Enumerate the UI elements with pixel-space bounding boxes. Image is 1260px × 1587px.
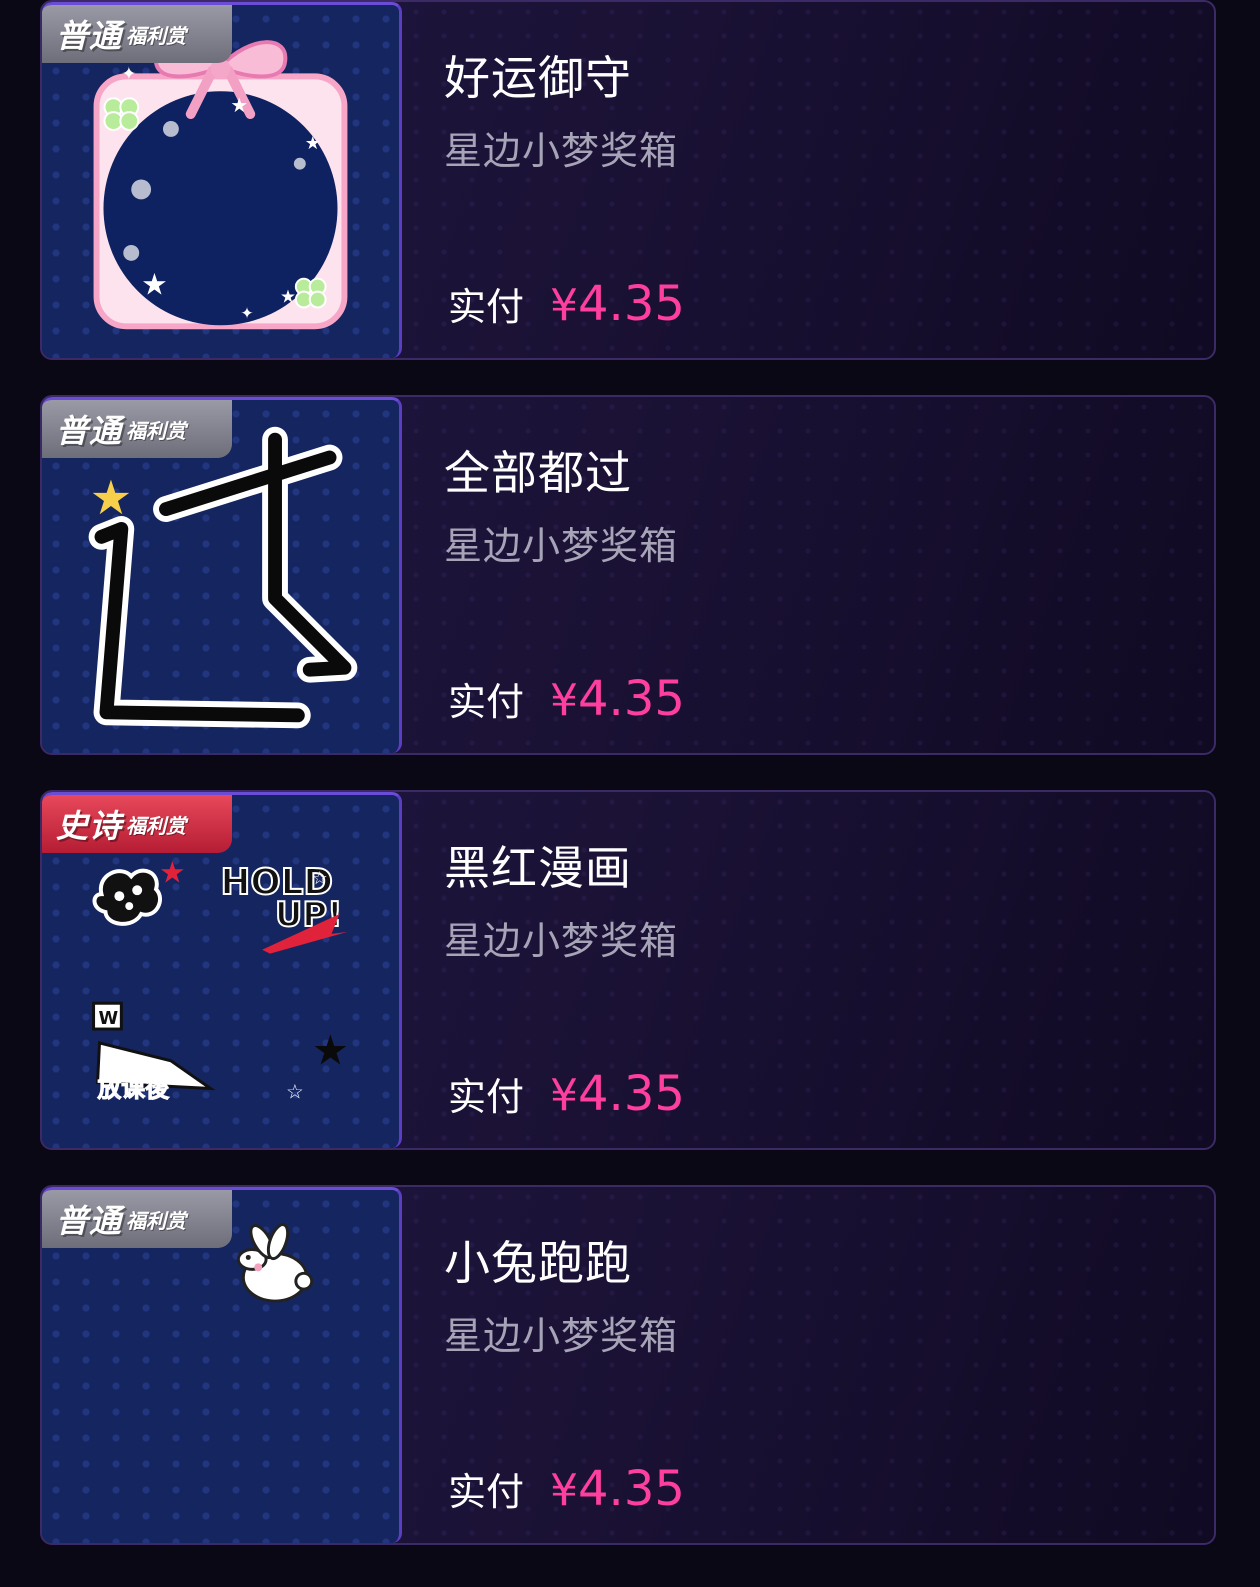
price-value: 4.35 bbox=[578, 671, 685, 727]
svg-text:☆: ☆ bbox=[286, 1080, 304, 1103]
item-thumbnail: 普通 福利赏 bbox=[42, 1187, 402, 1543]
item-thumbnail: 史诗 福利赏 ★ HOLD UP! ☆ W 放课後 ★ ☆ bbox=[42, 792, 402, 1148]
list-item[interactable]: 普通 福利赏 ★ ★ ★ ✦ ✦ ★ 好运御守 星边小梦奖箱 实付 ¥ 4.35 bbox=[40, 0, 1216, 360]
item-price: 实付 ¥ 4.35 bbox=[448, 671, 685, 727]
price-label: 实付 bbox=[448, 1075, 525, 1119]
price-label: 实付 bbox=[448, 1470, 525, 1514]
item-title: 黑红漫画 bbox=[444, 841, 632, 895]
currency-symbol: ¥ bbox=[550, 1070, 579, 1121]
svg-text:★: ★ bbox=[159, 855, 186, 890]
tier-badge: 普通 福利赏 bbox=[42, 400, 232, 458]
item-title: 全部都过 bbox=[444, 446, 632, 500]
tier-badge: 史诗 福利赏 bbox=[42, 795, 232, 853]
svg-text:★: ★ bbox=[312, 1026, 349, 1075]
item-thumbnail: 普通 福利赏 ★ bbox=[42, 397, 402, 753]
item-subtitle: 星边小梦奖箱 bbox=[444, 129, 679, 173]
item-title: 好运御守 bbox=[444, 51, 632, 105]
currency-symbol: ¥ bbox=[550, 1465, 579, 1516]
svg-text:放课後: 放课後 bbox=[97, 1074, 171, 1102]
item-subtitle: 星边小梦奖箱 bbox=[444, 524, 679, 568]
tier-badge: 普通 福利赏 bbox=[42, 1190, 232, 1248]
price-value: 4.35 bbox=[578, 1066, 685, 1122]
list-item[interactable]: 普通 福利赏 小兔跑跑 星边小梦奖箱 实付 ¥ 4.35 bbox=[40, 1185, 1216, 1545]
item-price: 实付 ¥ 4.35 bbox=[448, 1066, 685, 1122]
svg-text:★: ★ bbox=[90, 471, 133, 526]
item-price: 实付 ¥ 4.35 bbox=[448, 1461, 685, 1517]
svg-text:★: ★ bbox=[280, 286, 296, 307]
item-title: 小兔跑跑 bbox=[444, 1236, 632, 1290]
price-value: 4.35 bbox=[578, 1461, 685, 1517]
svg-text:★: ★ bbox=[141, 268, 168, 303]
currency-symbol: ¥ bbox=[550, 675, 579, 726]
svg-text:☆: ☆ bbox=[312, 868, 328, 889]
item-subtitle: 星边小梦奖箱 bbox=[444, 1314, 679, 1358]
svg-text:✦: ✦ bbox=[240, 303, 253, 322]
item-subtitle: 星边小梦奖箱 bbox=[444, 919, 679, 963]
price-value: 4.35 bbox=[578, 276, 685, 332]
price-label: 实付 bbox=[448, 285, 525, 329]
list-item[interactable]: 史诗 福利赏 ★ HOLD UP! ☆ W 放课後 ★ ☆ 黑红漫画 星边小梦奖… bbox=[40, 790, 1216, 1150]
list-item[interactable]: 普通 福利赏 ★ 全部都过 星边小梦奖箱 实付 ¥ 4.35 bbox=[40, 395, 1216, 755]
svg-text:✦: ✦ bbox=[121, 63, 136, 84]
item-thumbnail: 普通 福利赏 ★ ★ ★ ✦ ✦ ★ bbox=[42, 2, 402, 358]
svg-text:W: W bbox=[99, 1008, 119, 1029]
item-price: 实付 ¥ 4.35 bbox=[448, 276, 685, 332]
currency-symbol: ¥ bbox=[550, 280, 579, 331]
price-label: 实付 bbox=[448, 680, 525, 724]
tier-badge: 普通 福利赏 bbox=[42, 5, 232, 63]
svg-text:★: ★ bbox=[230, 94, 248, 117]
svg-text:★: ★ bbox=[305, 133, 321, 154]
